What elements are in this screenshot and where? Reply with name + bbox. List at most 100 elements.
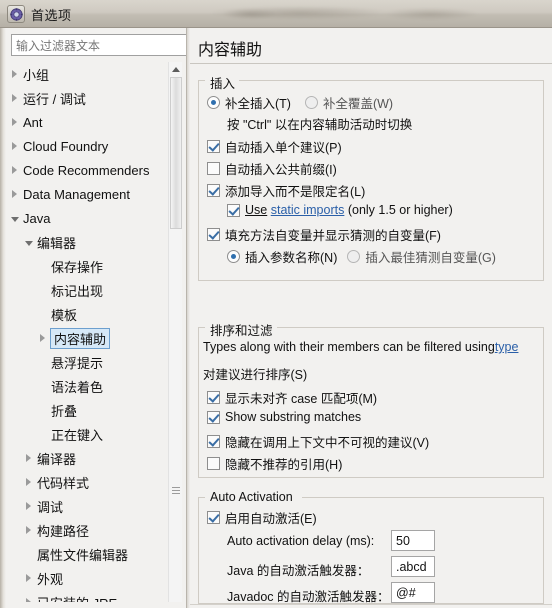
tree-expand-closed-icon[interactable] [22, 566, 35, 590]
enable-auto-activation-checkbox[interactable] [207, 511, 220, 524]
tree-expand-open-icon[interactable] [8, 206, 21, 230]
show-camel-case-row[interactable]: 显示未对齐 case 匹配项(M) [207, 388, 377, 407]
tree-item[interactable]: 语法着色 [8, 374, 168, 398]
add-import-row[interactable]: 添加导入而不是限定名(L) [207, 181, 365, 200]
static-imports-row[interactable]: Use static imports (only 1.5 or higher) [227, 203, 453, 217]
preferences-window: 首选项 输入过滤器文本 小组 运行 / 调试 Ant Cloud Foundry Cod… [0, 0, 552, 608]
tree-item-label: Ant [23, 114, 43, 130]
show-camel-case-label: 显示未对齐 case 匹配项(M) [225, 392, 378, 406]
tree-expand-closed-icon[interactable] [8, 86, 21, 110]
tree-item-label: 标记出现 [51, 283, 104, 299]
tree-item[interactable]: 正在键入 [8, 422, 168, 446]
tree-expand-closed-icon[interactable] [8, 158, 21, 182]
filter-input[interactable]: 输入过滤器文本 [11, 34, 187, 56]
hide-deprecated-checkbox[interactable] [207, 457, 220, 470]
javadoc-trigger-input[interactable]: @# [391, 582, 435, 603]
filter-placeholder: 输入过滤器文本 [16, 38, 101, 53]
tree-item[interactable]: 模板 [8, 302, 168, 326]
tree-item[interactable]: 内容辅助 [8, 326, 168, 350]
tree-item[interactable]: 悬浮提示 [8, 350, 168, 374]
tree-item[interactable]: 外观 [8, 566, 168, 590]
radio-insert-best-guess[interactable] [347, 250, 361, 263]
tree-item[interactable]: Code Recommenders [8, 158, 168, 182]
tree-expand-closed-icon[interactable] [22, 590, 35, 602]
scrollbar-thumb[interactable] [170, 77, 182, 229]
tree-item-label: 模板 [51, 307, 78, 323]
static-imports-checkbox[interactable] [227, 203, 240, 217]
tree-item-label: 构建路径 [37, 523, 90, 539]
enable-auto-activation-row[interactable]: 启用自动激活(E) [207, 508, 317, 527]
tree-item-label: 代码样式 [37, 475, 90, 491]
sidebar-scrollbar[interactable] [168, 62, 182, 602]
tree-item[interactable]: 小组 [8, 62, 168, 86]
java-trigger-label-row: Java 的自动激活触发器： [227, 560, 369, 579]
java-trigger-input[interactable]: .abcd [391, 556, 435, 577]
tree-item[interactable]: Ant [8, 110, 168, 134]
argument-mode-radios: 插入参数名称(N) 插入最佳猜测自变量(G) [227, 247, 496, 266]
tree-item-label: 编译器 [37, 451, 77, 467]
tree-expand-closed-icon[interactable] [36, 326, 49, 350]
ctrl-toggle-hint: 按 "Ctrl" 以在内容辅助活动时切换 [227, 114, 412, 133]
preferences-tree[interactable]: 小组运行 / 调试 Ant Cloud Foundry Code Recommende… [8, 62, 168, 602]
enable-auto-activation-label: 启用自动激活(E) [225, 512, 317, 526]
sorting-description: Types along with their members can be fi… [203, 340, 545, 354]
tree-expand-closed-icon[interactable] [8, 182, 21, 206]
tree-expand-open-icon[interactable] [22, 230, 35, 254]
radio-insert-param-names-label: 插入参数名称(N) [245, 251, 338, 265]
tree-expand-closed-icon[interactable] [8, 134, 21, 158]
auto-insert-prefix-checkbox[interactable] [207, 162, 220, 175]
javadoc-trigger-label: Javadoc 的自动激活触发器： [227, 590, 390, 604]
radio-insert-param-names[interactable] [227, 250, 240, 263]
radio-complete-insert[interactable] [207, 96, 220, 109]
tree-item[interactable]: Java [8, 206, 168, 230]
scroll-up-arrow-icon[interactable] [169, 62, 182, 77]
add-import-checkbox[interactable] [207, 184, 220, 197]
auto-activation-delay-label: Auto activation delay (ms): [227, 534, 375, 548]
tree-item[interactable]: 编辑器 [8, 230, 168, 254]
tree-item-label: 内容辅助 [50, 327, 111, 349]
tree-expand-closed-icon[interactable] [22, 494, 35, 518]
auto-insert-single-checkbox[interactable] [207, 140, 220, 153]
show-camel-case-checkbox[interactable] [207, 391, 220, 404]
tree-item[interactable]: Cloud Foundry [8, 134, 168, 158]
tree-item[interactable]: 代码样式 [8, 470, 168, 494]
auto-insert-single-row[interactable]: 自动插入单个建议(P) [207, 137, 342, 156]
hide-deprecated-row[interactable]: 隐藏不推荐的引用(H) [207, 454, 342, 473]
tree-item[interactable]: 保存操作 [8, 254, 168, 278]
auto-activation-delay-input[interactable]: 50 [391, 530, 435, 551]
tree-item[interactable]: 构建路径 [8, 518, 168, 542]
fill-arguments-row[interactable]: 填充方法自变量并显示猜测的自变量(F) [207, 225, 441, 244]
auto-activation-group-title: Auto Activation [206, 490, 297, 504]
tree-item[interactable]: 编译器 [8, 446, 168, 470]
tree-item[interactable]: 已安装的 JRE [8, 590, 168, 602]
tree-item-label: 语法着色 [51, 379, 104, 395]
tree-expand-closed-icon[interactable] [8, 110, 21, 134]
tree-item[interactable]: 属性文件编辑器 [8, 542, 168, 566]
tree-item[interactable]: Data Management [8, 182, 168, 206]
tree-expand-closed-icon[interactable] [22, 470, 35, 494]
fill-arguments-checkbox[interactable] [207, 228, 220, 241]
radio-complete-overwrite[interactable] [304, 96, 318, 109]
preferences-gear-icon [7, 5, 25, 23]
sorting-group-title: 排序和过滤 [206, 320, 277, 339]
static-imports-link[interactable]: static imports [271, 203, 345, 217]
type-filters-link[interactable]: type [495, 340, 519, 354]
tree-item[interactable]: 折叠 [8, 398, 168, 422]
tree-expand-closed-icon[interactable] [8, 62, 21, 86]
tree-item-label: 小组 [23, 67, 50, 83]
tree-item-label: 折叠 [51, 403, 78, 419]
auto-insert-prefix-row[interactable]: 自动插入公共前缀(I) [207, 159, 337, 178]
hide-invisible-checkbox[interactable] [207, 435, 220, 448]
tree-expand-closed-icon[interactable] [22, 446, 35, 470]
radio-complete-overwrite-label: 补全覆盖(W) [322, 97, 394, 111]
show-substring-checkbox[interactable] [207, 410, 220, 424]
tree-expand-closed-icon[interactable] [22, 518, 35, 542]
insertion-group-title: 插入 [206, 73, 240, 92]
tree-item[interactable]: 调试 [8, 494, 168, 518]
tree-item[interactable]: 标记出现 [8, 278, 168, 302]
javadoc-trigger-value: @# [396, 585, 416, 600]
show-substring-row[interactable]: Show substring matches [207, 410, 361, 424]
tree-item[interactable]: 运行 / 调试 [8, 86, 168, 110]
hide-invisible-row[interactable]: 隐藏在调用上下文中不可视的建议(V) [207, 432, 429, 451]
show-substring-label: Show substring matches [225, 410, 362, 424]
